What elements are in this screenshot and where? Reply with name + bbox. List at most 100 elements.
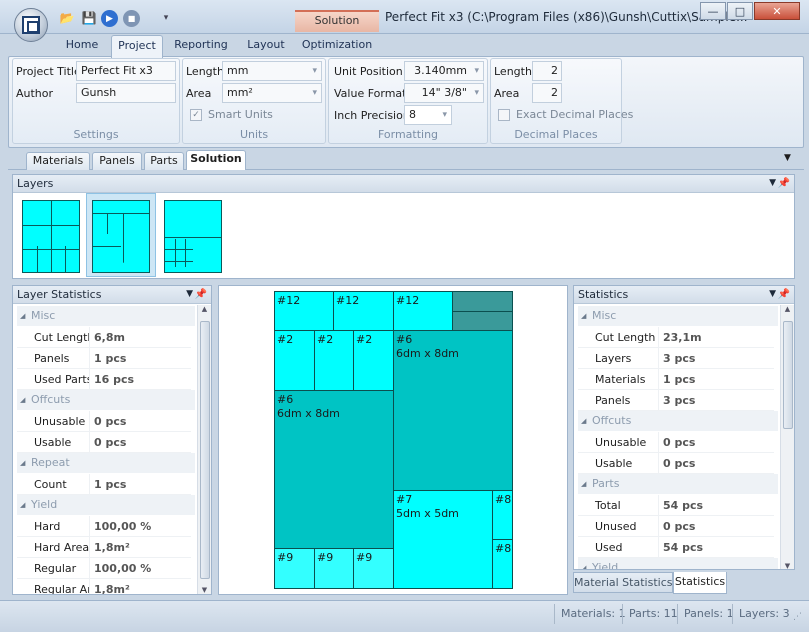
property-name: Unusable [17, 411, 89, 432]
author-input[interactable]: Gunsh [76, 83, 176, 103]
window-title: Perfect Fit x3 (C:\Program Files (x86)\G… [385, 10, 748, 24]
area-unit-select[interactable]: mm² [222, 83, 322, 103]
scroll-down-icon[interactable]: ▼ [198, 586, 211, 594]
part-label: #7 [396, 493, 413, 506]
scroll-up-icon[interactable]: ▲ [781, 305, 794, 313]
length-unit-select[interactable]: mm [222, 61, 322, 81]
save-icon[interactable]: 💾 [80, 10, 98, 26]
category-yield[interactable]: Yield [578, 558, 778, 569]
tab-layout[interactable]: Layout [243, 35, 289, 57]
maximize-button[interactable]: □ [727, 2, 753, 20]
statistics-menu-icon[interactable]: ▼ [769, 286, 776, 303]
tab-home[interactable]: Home [60, 35, 104, 57]
run-icon[interactable]: ▶ [101, 10, 118, 27]
part-9[interactable]: #9 [314, 548, 354, 589]
tab-project[interactable]: Project [111, 35, 163, 58]
layers-panel-header: Layers ▼ 📌 [13, 175, 794, 193]
app-menu-button[interactable] [14, 8, 48, 42]
layer-thumbnail-2[interactable] [92, 200, 150, 273]
part-9[interactable]: #9 [274, 548, 315, 589]
layer-stats-menu-icon[interactable]: ▼ [186, 286, 193, 303]
statistics-panel: Statistics ▼ 📌 Misc Cut Length23,1m Laye… [573, 285, 795, 570]
part-2[interactable]: #2 [353, 330, 394, 391]
offcut [452, 311, 513, 331]
scroll-up-icon[interactable]: ▲ [198, 305, 211, 313]
part-8[interactable]: #8 [492, 490, 513, 540]
property-value: 0 pcs [89, 432, 191, 453]
part-12[interactable]: #12 [333, 291, 394, 331]
property-name: Total [578, 495, 658, 516]
doc-tabs-menu-icon[interactable]: ▼ [784, 153, 791, 163]
resize-grip-icon[interactable]: ⋰ [793, 612, 802, 622]
part-6[interactable]: #6 6dm x 8dm [393, 330, 513, 491]
customize-qat-icon[interactable]: ▾ [157, 10, 175, 26]
tab-optimization[interactable]: Optimization [300, 35, 374, 57]
property-row: Usable 0 pcs [578, 453, 774, 474]
inch-precision-select[interactable]: 8 [404, 105, 452, 125]
part-8[interactable]: #8 [492, 539, 513, 589]
part-2[interactable]: #2 [274, 330, 315, 391]
tab-statistics[interactable]: Statistics [673, 572, 727, 594]
layer-thumbnail-3[interactable] [164, 200, 222, 273]
layer-stats-title: Layer Statistics [17, 288, 102, 301]
part-6[interactable]: #6 6dm x 8dm [274, 390, 394, 549]
part-12[interactable]: #12 [274, 291, 334, 331]
part-label: #6 [396, 333, 413, 346]
statistics-header: Statistics ▼ 📌 [574, 286, 794, 304]
property-name: Panels [578, 390, 658, 411]
part-12[interactable]: #12 [393, 291, 453, 331]
property-row: Regular 100,00 % [17, 558, 191, 579]
layers-menu-icon[interactable]: ▼ [769, 175, 776, 192]
layer-thumbnail-1[interactable] [22, 200, 80, 273]
category-offcuts[interactable]: Offcuts [17, 390, 195, 410]
property-value: 3 pcs [658, 390, 774, 411]
category-offcuts[interactable]: Offcuts [578, 411, 778, 431]
context-tab-solution: Solution [295, 10, 379, 32]
statistics-pin-icon[interactable]: 📌 [778, 286, 790, 303]
part-size: 5dm x 5dm [396, 507, 459, 520]
statistics-scrollbar[interactable]: ▲ ▼ [780, 305, 794, 569]
doc-tab-parts[interactable]: Parts [144, 152, 184, 170]
statistics-title: Statistics [578, 288, 629, 301]
part-2[interactable]: #2 [314, 330, 354, 391]
tab-reporting[interactable]: Reporting [170, 35, 232, 57]
project-title-input[interactable]: Perfect Fit x3 [76, 61, 176, 81]
category-yield[interactable]: Yield [17, 495, 195, 515]
property-name: Used [578, 537, 658, 558]
property-value: 1 pcs [89, 474, 191, 495]
scrollbar-thumb[interactable] [200, 321, 210, 579]
unit-position-select[interactable]: 3.140mm [404, 61, 484, 81]
property-row: Panels 3 pcs [578, 390, 774, 411]
close-button[interactable]: ✕ [754, 2, 800, 20]
property-name: Cut Length [578, 327, 658, 348]
scroll-down-icon[interactable]: ▼ [781, 562, 794, 569]
category-misc[interactable]: Misc [578, 306, 778, 326]
exact-decimal-checkbox[interactable] [498, 109, 510, 121]
value-format-select[interactable]: 14" 3/8" [404, 83, 484, 103]
category-repeat[interactable]: Repeat [17, 453, 195, 473]
property-value: 1,8m² [89, 537, 191, 558]
doc-tab-materials[interactable]: Materials [26, 152, 90, 170]
part-7[interactable]: #7 5dm x 5dm [393, 490, 493, 589]
tab-material-statistics[interactable]: Material Statistics [573, 572, 673, 593]
category-misc[interactable]: Misc [17, 306, 195, 326]
layer-stats-scrollbar[interactable]: ▲ ▼ [197, 305, 211, 594]
property-name: Hard [17, 516, 89, 537]
status-parts: Parts: 11 [622, 604, 678, 624]
layers-pin-icon[interactable]: 📌 [778, 175, 790, 192]
inch-precision-label: Inch Precision [334, 109, 410, 122]
smart-units-checkbox[interactable]: ✓ [190, 109, 202, 121]
part-9[interactable]: #9 [353, 548, 394, 589]
stop-icon[interactable]: ■ [123, 10, 140, 27]
decimal-area-input[interactable]: 2 [532, 83, 562, 103]
decimal-length-input[interactable]: 2 [532, 61, 562, 81]
scrollbar-thumb[interactable] [783, 321, 793, 429]
minimize-button[interactable]: — [700, 2, 726, 20]
category-parts[interactable]: Parts [578, 474, 778, 494]
doc-tab-panels[interactable]: Panels [92, 152, 142, 170]
layer-stats-pin-icon[interactable]: 📌 [195, 286, 207, 303]
property-name: Unusable [578, 432, 658, 453]
doc-tab-solution[interactable]: Solution [186, 150, 246, 170]
open-icon[interactable]: 📂 [58, 10, 76, 26]
property-name: Regular [17, 558, 89, 579]
